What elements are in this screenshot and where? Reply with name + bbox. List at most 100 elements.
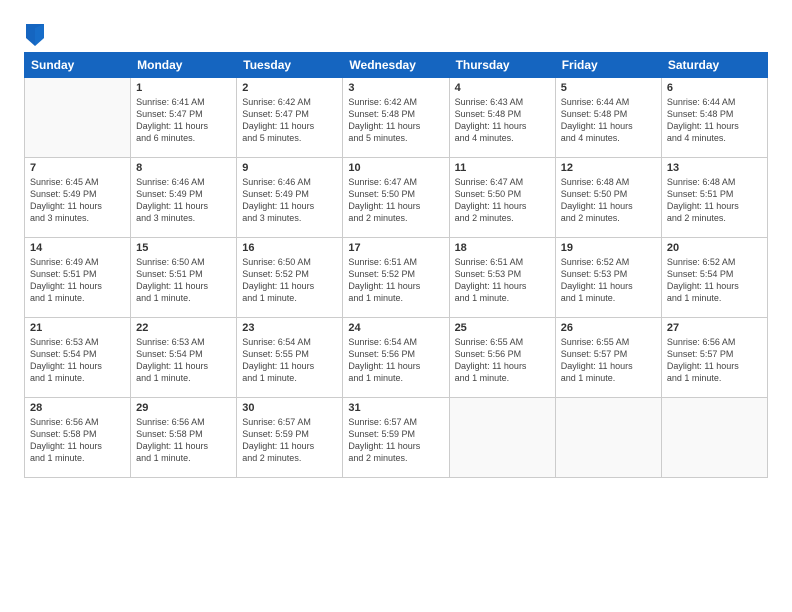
day-number: 27 [667,322,762,334]
day-number: 26 [561,322,656,334]
day-info: Sunrise: 6:44 AM Sunset: 5:48 PM Dayligh… [667,96,762,145]
calendar-cell: 28 Sunrise: 6:56 AM Sunset: 5:58 PM Dayli… [25,398,131,478]
day-number: 8 [136,162,231,174]
day-info: Sunrise: 6:51 AM Sunset: 5:52 PM Dayligh… [348,256,443,305]
day-number: 25 [455,322,550,334]
calendar-cell: 30 Sunrise: 6:57 AM Sunset: 5:59 PM Dayli… [237,398,343,478]
weekday-header-saturday: Saturday [661,53,767,78]
calendar-cell: 5Sunrise: 6:44 AM Sunset: 5:48 PM Daylig… [555,78,661,158]
day-number: 10 [348,162,443,174]
calendar-cell: 13 Sunrise: 6:48 AM Sunset: 5:51 PM Dayli… [661,158,767,238]
calendar-cell: 21Sunrise: 6:53 AM Sunset: 5:54 PM Dayli… [25,318,131,398]
weekday-header-friday: Friday [555,53,661,78]
calendar-cell: 25 Sunrise: 6:55 AM Sunset: 5:56 PM Dayli… [449,318,555,398]
day-number: 30 [242,402,337,414]
calendar-week-row: 7Sunrise: 6:45 AM Sunset: 5:49 PM Daylig… [25,158,768,238]
day-number: 31 [348,402,443,414]
calendar-cell: 6 Sunrise: 6:44 AM Sunset: 5:48 PM Daylig… [661,78,767,158]
calendar-cell: 11Sunrise: 6:47 AM Sunset: 5:50 PM Dayli… [449,158,555,238]
calendar-cell: 16Sunrise: 6:50 AM Sunset: 5:52 PM Dayli… [237,238,343,318]
day-info: Sunrise: 6:46 AM Sunset: 5:49 PM Dayligh… [136,176,231,225]
day-info: Sunrise: 6:57 AM Sunset: 5:59 PM Dayligh… [242,416,337,465]
calendar-cell: 9Sunrise: 6:46 AM Sunset: 5:49 PM Daylig… [237,158,343,238]
day-info: Sunrise: 6:46 AM Sunset: 5:49 PM Dayligh… [242,176,337,225]
day-info: Sunrise: 6:41 AM Sunset: 5:47 PM Dayligh… [136,96,231,145]
calendar-week-row: 14 Sunrise: 6:49 AM Sunset: 5:51 PM Dayli… [25,238,768,318]
calendar-cell [25,78,131,158]
logo [24,24,44,46]
calendar-cell: 12Sunrise: 6:48 AM Sunset: 5:50 PM Dayli… [555,158,661,238]
calendar-week-row: 1 Sunrise: 6:41 AM Sunset: 5:47 PM Daylig… [25,78,768,158]
weekday-header-row: SundayMondayTuesdayWednesdayThursdayFrid… [25,53,768,78]
day-number: 13 [667,162,762,174]
calendar-cell [449,398,555,478]
day-info: Sunrise: 6:56 AM Sunset: 5:58 PM Dayligh… [136,416,231,465]
day-number: 15 [136,242,231,254]
day-info: Sunrise: 6:51 AM Sunset: 5:53 PM Dayligh… [455,256,550,305]
day-info: Sunrise: 6:54 AM Sunset: 5:55 PM Dayligh… [242,336,337,385]
calendar-cell: 15 Sunrise: 6:50 AM Sunset: 5:51 PM Dayli… [131,238,237,318]
day-number: 11 [455,162,550,174]
calendar-cell: 31 Sunrise: 6:57 AM Sunset: 5:59 PM Dayli… [343,398,449,478]
day-info: Sunrise: 6:52 AM Sunset: 5:54 PM Dayligh… [667,256,762,305]
day-number: 1 [136,82,231,94]
day-info: Sunrise: 6:56 AM Sunset: 5:57 PM Dayligh… [667,336,762,385]
calendar-cell [555,398,661,478]
day-info: Sunrise: 6:55 AM Sunset: 5:57 PM Dayligh… [561,336,656,385]
calendar-cell: 22 Sunrise: 6:53 AM Sunset: 5:54 PM Dayli… [131,318,237,398]
day-number: 2 [242,82,337,94]
calendar-table: SundayMondayTuesdayWednesdayThursdayFrid… [24,52,768,478]
weekday-header-thursday: Thursday [449,53,555,78]
day-info: Sunrise: 6:43 AM Sunset: 5:48 PM Dayligh… [455,96,550,145]
day-info: Sunrise: 6:49 AM Sunset: 5:51 PM Dayligh… [30,256,125,305]
calendar-week-row: 21Sunrise: 6:53 AM Sunset: 5:54 PM Dayli… [25,318,768,398]
day-info: Sunrise: 6:55 AM Sunset: 5:56 PM Dayligh… [455,336,550,385]
day-info: Sunrise: 6:50 AM Sunset: 5:51 PM Dayligh… [136,256,231,305]
calendar-cell: 8 Sunrise: 6:46 AM Sunset: 5:49 PM Daylig… [131,158,237,238]
calendar-cell: 17 Sunrise: 6:51 AM Sunset: 5:52 PM Dayli… [343,238,449,318]
day-number: 7 [30,162,125,174]
calendar-cell: 2 Sunrise: 6:42 AM Sunset: 5:47 PM Daylig… [237,78,343,158]
day-number: 18 [455,242,550,254]
day-info: Sunrise: 6:56 AM Sunset: 5:58 PM Dayligh… [30,416,125,465]
calendar-cell [661,398,767,478]
logo-icon [26,24,44,46]
calendar-cell: 29Sunrise: 6:56 AM Sunset: 5:58 PM Dayli… [131,398,237,478]
day-info: Sunrise: 6:42 AM Sunset: 5:47 PM Dayligh… [242,96,337,145]
day-info: Sunrise: 6:53 AM Sunset: 5:54 PM Dayligh… [30,336,125,385]
calendar-cell: 24Sunrise: 6:54 AM Sunset: 5:56 PM Dayli… [343,318,449,398]
day-info: Sunrise: 6:44 AM Sunset: 5:48 PM Dayligh… [561,96,656,145]
day-number: 16 [242,242,337,254]
day-number: 6 [667,82,762,94]
header [24,20,768,46]
calendar-cell: 10 Sunrise: 6:47 AM Sunset: 5:50 PM Dayli… [343,158,449,238]
day-info: Sunrise: 6:48 AM Sunset: 5:51 PM Dayligh… [667,176,762,225]
day-number: 4 [455,82,550,94]
day-number: 28 [30,402,125,414]
day-number: 17 [348,242,443,254]
weekday-header-tuesday: Tuesday [237,53,343,78]
day-info: Sunrise: 6:47 AM Sunset: 5:50 PM Dayligh… [348,176,443,225]
calendar-cell: 3Sunrise: 6:42 AM Sunset: 5:48 PM Daylig… [343,78,449,158]
calendar-cell: 27 Sunrise: 6:56 AM Sunset: 5:57 PM Dayli… [661,318,767,398]
day-number: 22 [136,322,231,334]
page: SundayMondayTuesdayWednesdayThursdayFrid… [0,0,792,612]
day-number: 19 [561,242,656,254]
day-info: Sunrise: 6:57 AM Sunset: 5:59 PM Dayligh… [348,416,443,465]
calendar-cell: 14 Sunrise: 6:49 AM Sunset: 5:51 PM Dayli… [25,238,131,318]
calendar-cell: 19 Sunrise: 6:52 AM Sunset: 5:53 PM Dayli… [555,238,661,318]
calendar-cell: 18 Sunrise: 6:51 AM Sunset: 5:53 PM Dayli… [449,238,555,318]
calendar-cell: 26 Sunrise: 6:55 AM Sunset: 5:57 PM Dayli… [555,318,661,398]
day-number: 14 [30,242,125,254]
calendar-cell: 23Sunrise: 6:54 AM Sunset: 5:55 PM Dayli… [237,318,343,398]
calendar-cell: 20Sunrise: 6:52 AM Sunset: 5:54 PM Dayli… [661,238,767,318]
day-info: Sunrise: 6:53 AM Sunset: 5:54 PM Dayligh… [136,336,231,385]
day-info: Sunrise: 6:42 AM Sunset: 5:48 PM Dayligh… [348,96,443,145]
calendar-cell: 4 Sunrise: 6:43 AM Sunset: 5:48 PM Daylig… [449,78,555,158]
day-info: Sunrise: 6:54 AM Sunset: 5:56 PM Dayligh… [348,336,443,385]
weekday-header-wednesday: Wednesday [343,53,449,78]
day-info: Sunrise: 6:52 AM Sunset: 5:53 PM Dayligh… [561,256,656,305]
weekday-header-monday: Monday [131,53,237,78]
calendar-cell: 1 Sunrise: 6:41 AM Sunset: 5:47 PM Daylig… [131,78,237,158]
weekday-header-sunday: Sunday [25,53,131,78]
